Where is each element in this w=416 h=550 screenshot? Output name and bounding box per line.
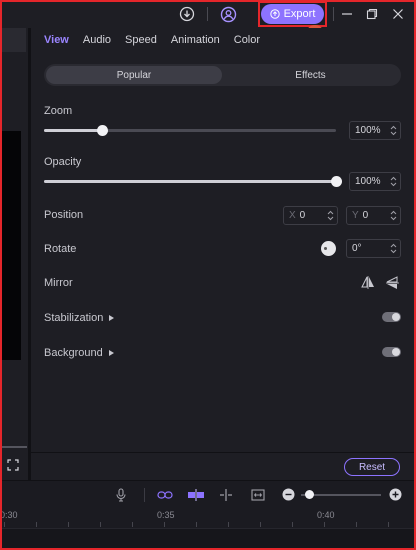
- minimize-icon[interactable]: [338, 5, 356, 23]
- ruler-tick: [356, 522, 357, 527]
- background-label: Background: [44, 347, 103, 359]
- ruler-tick: [260, 522, 261, 527]
- ruler-label: 0:40: [317, 510, 335, 520]
- restore-icon[interactable]: [363, 5, 381, 23]
- opacity-slider-fill: [44, 180, 336, 183]
- spinner-icon[interactable]: [390, 210, 397, 221]
- spinner-icon[interactable]: [327, 210, 334, 221]
- opacity-slider[interactable]: [44, 176, 342, 187]
- ruler-tick: [36, 522, 37, 527]
- zoom-out-icon[interactable]: [282, 488, 296, 502]
- zoom-value: 100%: [355, 125, 381, 136]
- titlebar-separator: [207, 7, 208, 21]
- ruler-tick: [100, 522, 101, 527]
- export-icon: [269, 9, 280, 19]
- zoom-slider-fill: [44, 129, 102, 132]
- preview-scrubber[interactable]: [0, 446, 27, 448]
- position-y-field[interactable]: Y 0: [346, 206, 401, 225]
- titlebar-separator: [333, 7, 334, 21]
- panel-footer-divider: [31, 452, 416, 453]
- opacity-value: 100%: [355, 176, 381, 187]
- video-preview[interactable]: [0, 131, 21, 360]
- link-icon[interactable]: [157, 488, 173, 502]
- position-x-value: 0: [299, 210, 306, 221]
- expand-arrow-icon: [109, 315, 115, 321]
- ruler-tick: [68, 522, 69, 527]
- toggle-effects[interactable]: Effects: [222, 66, 399, 84]
- ruler-tick: [292, 522, 293, 527]
- opacity-slider-thumb[interactable]: [331, 176, 342, 187]
- ruler-tick: [132, 522, 133, 527]
- tab-color[interactable]: Color: [234, 34, 260, 46]
- account-icon[interactable]: [219, 5, 237, 23]
- zoom-slider[interactable]: [44, 125, 336, 136]
- tab-speed[interactable]: Speed: [125, 34, 157, 46]
- background-row[interactable]: Background: [44, 347, 114, 359]
- fullscreen-icon[interactable]: [7, 459, 19, 471]
- fit-timeline-icon[interactable]: [251, 488, 265, 502]
- flip-vertical-icon[interactable]: [386, 276, 399, 290]
- position-x-field[interactable]: X 0: [283, 206, 338, 225]
- download-icon[interactable]: [178, 5, 196, 23]
- ruler-label: 0:35: [157, 510, 175, 520]
- tab-audio[interactable]: Audio: [83, 34, 111, 46]
- toggle-popular[interactable]: Popular: [46, 66, 222, 84]
- spinner-icon[interactable]: [390, 176, 397, 187]
- timeline-ruler[interactable]: [0, 508, 416, 528]
- export-label: Export: [283, 8, 316, 20]
- ruler-tick: [196, 522, 197, 527]
- stabilization-switch[interactable]: [382, 312, 401, 322]
- ruler-tick: [228, 522, 229, 527]
- ruler-tick: [4, 522, 5, 527]
- export-button[interactable]: Export: [261, 4, 324, 24]
- spinner-icon[interactable]: [390, 125, 397, 136]
- zoom-slider-thumb[interactable]: [97, 125, 108, 136]
- background-switch[interactable]: [382, 347, 401, 357]
- timeline-track-area[interactable]: [0, 528, 416, 550]
- position-label: Position: [44, 209, 84, 221]
- ruler-label: 0:30: [0, 510, 18, 520]
- ruler-tick: [324, 522, 325, 527]
- timeline-zoom-thumb[interactable]: [305, 490, 314, 499]
- zoom-value-field[interactable]: 100%: [349, 121, 401, 140]
- rotate-label: Rotate: [44, 243, 77, 255]
- ruler-tick: [164, 522, 165, 527]
- microphone-icon[interactable]: [114, 488, 128, 502]
- position-y-value: 0: [362, 210, 369, 221]
- stabilization-row[interactable]: Stabilization: [44, 312, 115, 324]
- expand-arrow-icon: [108, 350, 114, 356]
- tab-view[interactable]: View: [44, 34, 69, 46]
- rotate-dial[interactable]: [321, 241, 336, 256]
- position-x-axis-label: X: [289, 210, 296, 221]
- rotate-value: 0°: [352, 243, 362, 254]
- preset-toggle: Popular Effects: [44, 64, 401, 86]
- property-tabs: View Audio Speed Animation Color: [44, 34, 260, 46]
- opacity-label: Opacity: [44, 156, 82, 168]
- close-icon[interactable]: [389, 5, 407, 23]
- rotate-value-field[interactable]: 0°: [346, 239, 401, 258]
- reset-button[interactable]: Reset: [344, 458, 400, 476]
- ruler-tick: [388, 522, 389, 527]
- toolbar-separator: [144, 488, 145, 502]
- spinner-icon[interactable]: [390, 243, 397, 254]
- zoom-in-icon[interactable]: [389, 488, 403, 502]
- split-icon[interactable]: [219, 488, 233, 502]
- stabilization-label: Stabilization: [44, 312, 104, 324]
- snap-icon[interactable]: [187, 488, 205, 502]
- zoom-label: Zoom: [44, 105, 73, 117]
- opacity-value-field[interactable]: 100%: [349, 172, 401, 191]
- flip-horizontal-icon[interactable]: [361, 276, 375, 289]
- preview-header-strip: [0, 28, 26, 52]
- mirror-label: Mirror: [44, 277, 73, 289]
- position-y-axis-label: Y: [352, 210, 359, 221]
- tab-animation[interactable]: Animation: [171, 34, 220, 46]
